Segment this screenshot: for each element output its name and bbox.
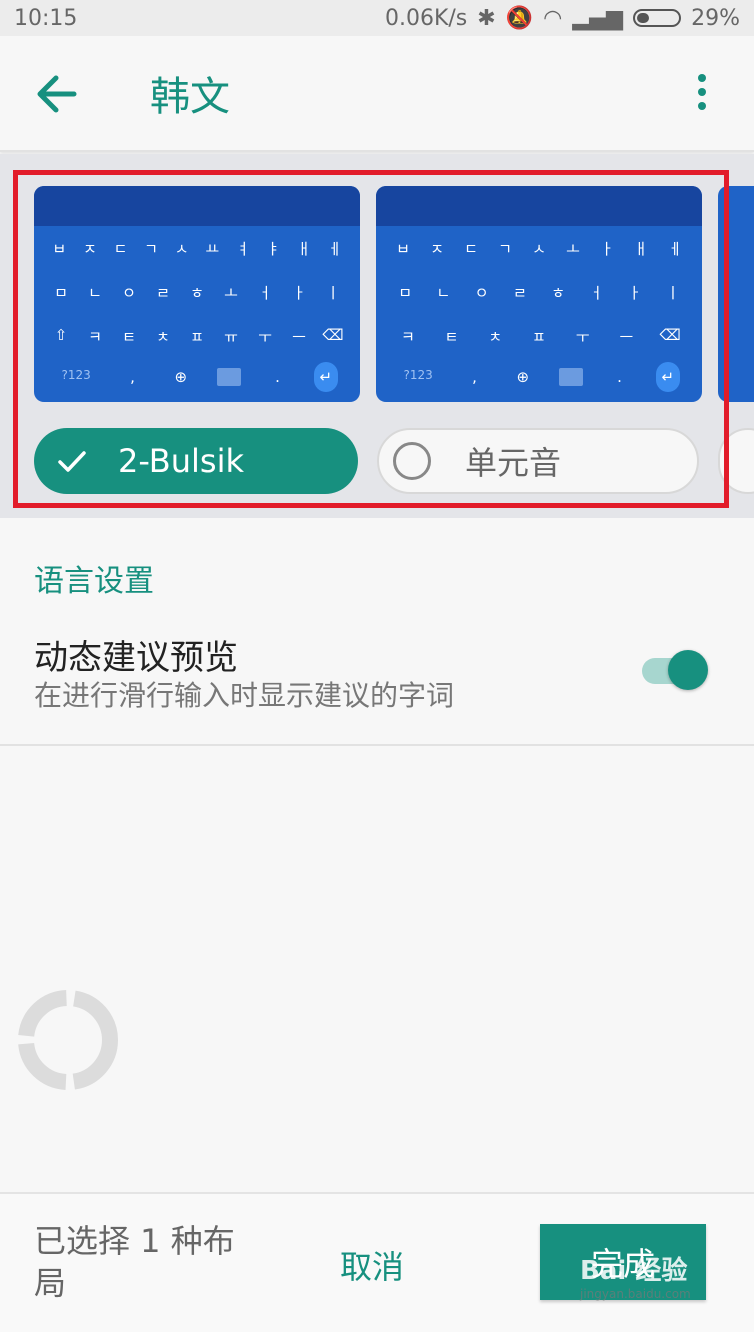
layout-option-next[interactable] xyxy=(718,428,754,494)
layout-option-label: 单元音 xyxy=(465,444,562,482)
status-bar: 10:15 0.06K/s ✱ 🔕 ◠ ▂▄▆ 29% xyxy=(0,0,754,36)
radio-icon xyxy=(393,442,431,480)
suggestion-preview-toggle[interactable] xyxy=(640,650,710,690)
spacebar xyxy=(217,368,242,386)
layout-option-label: 2-Bulsik xyxy=(118,442,244,480)
status-right: 0.06K/s ✱ 🔕 ◠ ▂▄▆ 29% xyxy=(385,6,740,31)
layout-option-2-bulsik[interactable]: 2-Bulsik xyxy=(34,428,358,494)
back-arrow-icon[interactable] xyxy=(30,70,86,118)
network-speed: 0.06K/s xyxy=(384,5,468,31)
key-row-4: ?123 , ⊕ . ↵ xyxy=(376,362,702,392)
checkmark-icon xyxy=(58,451,86,472)
enter-icon: ↵ xyxy=(655,362,680,392)
key-row-4: ?123 , ⊕ . ↵ xyxy=(34,362,360,392)
globe-icon: ⊕ xyxy=(516,368,530,386)
key-row-2: ㅁㄴ ㅇㄹ ㅎㅓ ㅏㅣ xyxy=(398,284,680,302)
cancel-button[interactable]: 取消 xyxy=(340,1242,404,1288)
signal-icon: ▂▄▆ xyxy=(572,5,624,31)
globe-icon: ⊕ xyxy=(174,368,188,386)
spacebar xyxy=(559,368,584,386)
keyboard-preview-monophthong[interactable]: ㅂㅈ ㄷㄱ ㅅㅗ ㅏㅐ ㅔ ㅁㄴ ㅇㄹ ㅎㅓ ㅏㅣ ㅋㅌ ㅊㅍ ㅜㅡ ⌫ ?12… xyxy=(376,186,702,402)
backspace-icon: ⌫ xyxy=(322,326,344,344)
key-row-1: ㅂㅈ ㄷㄱ ㅅㅗ ㅏㅐ ㅔ xyxy=(396,240,682,258)
status-time: 10:15 xyxy=(14,5,78,31)
setting-title: 动态建议预览 xyxy=(34,638,238,678)
key-row-2: ㅁㄴ ㅇㄹ ㅎㅗ ㅓㅏ ㅣ xyxy=(54,284,340,302)
shift-icon: ⇧ xyxy=(54,326,68,344)
section-title: 语言设置 xyxy=(34,564,154,599)
more-options-icon[interactable] xyxy=(690,74,714,114)
layout-carousel[interactable]: ㅂㅈ ㄷㄱ ㅅㅛ ㅕㅑ ㅐㅔ ㅁㄴ ㅇㄹ ㅎㅗ ㅓㅏ ㅣ ⇧ ㅋㅌ ㅊㅍ ㅠㅜ … xyxy=(0,154,754,518)
layout-option-monophthong[interactable]: 单元音 xyxy=(377,428,699,494)
wifi-icon: ◠ xyxy=(543,5,563,31)
bluetooth-icon: ✱ xyxy=(477,5,496,31)
mute-icon: 🔕 xyxy=(505,5,534,31)
selected-count: 已选择 1 种布局 xyxy=(34,1222,235,1302)
page-title: 韩文 xyxy=(150,74,230,120)
battery-icon xyxy=(633,9,682,27)
divider xyxy=(0,744,754,746)
keyboard-preview-2-bulsik[interactable]: ㅂㅈ ㄷㄱ ㅅㅛ ㅕㅑ ㅐㅔ ㅁㄴ ㅇㄹ ㅎㅗ ㅓㅏ ㅣ ⇧ ㅋㅌ ㅊㅍ ㅠㅜ … xyxy=(34,186,360,402)
key-row-3: ㅋㅌ ㅊㅍ ㅜㅡ ⌫ xyxy=(400,326,681,346)
key-row-1: ㅂㅈ ㄷㄱ ㅅㅛ ㅕㅑ ㅐㅔ xyxy=(52,240,342,258)
backspace-icon: ⌫ xyxy=(659,326,681,344)
app-bar: 韩文 xyxy=(0,36,754,152)
setting-subtitle: 在进行滑行输入时显示建议的字词 xyxy=(34,679,455,712)
loading-spinner-icon xyxy=(18,990,118,1090)
battery-percent: 29% xyxy=(691,5,740,31)
key-row-3: ⇧ ㅋㅌ ㅊㅍ ㅠㅜ ㅡ ⌫ xyxy=(34,326,360,347)
watermark: Bai 经验 jingyan.baidu.com xyxy=(580,1256,691,1301)
enter-icon: ↵ xyxy=(313,362,338,392)
keyboard-preview-next[interactable] xyxy=(718,186,754,402)
